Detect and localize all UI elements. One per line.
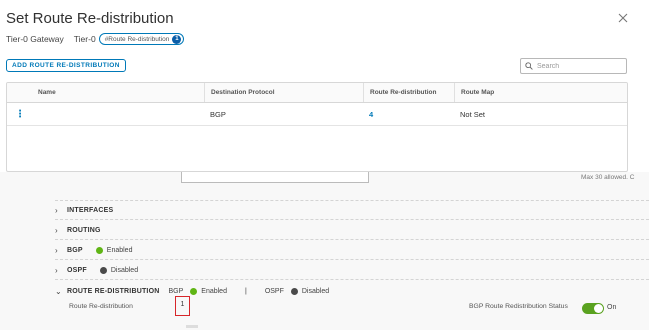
rr-bgp-status: BGP Enabled xyxy=(168,288,227,295)
chevron-right-icon[interactable]: › xyxy=(55,266,67,275)
search-box[interactable] xyxy=(520,58,627,74)
gateway-settings-panel: Max 30 allowed. C › INTERFACES › ROUTING… xyxy=(0,172,649,330)
section-route-redistribution-label[interactable]: ROUTE RE-DISTRIBUTION xyxy=(67,288,159,295)
route-redistribution-pill[interactable]: #Route Re-distribution 1 xyxy=(98,33,185,45)
max-allowed-note: Max 30 allowed. C xyxy=(581,174,635,181)
section-interfaces[interactable]: › INTERFACES xyxy=(55,206,649,215)
section-ospf[interactable]: › OSPF Disabled xyxy=(55,266,649,275)
chevron-right-icon[interactable]: › xyxy=(55,226,67,235)
status-enabled-icon xyxy=(95,247,103,254)
row-route-map: Not Set xyxy=(460,109,486,119)
row-route-redistribution-link[interactable]: 4 xyxy=(363,103,454,125)
ospf-status: Disabled xyxy=(99,267,139,274)
kebab-icon[interactable]: ⋮ xyxy=(7,103,32,125)
rr-bgp-status-text: Enabled xyxy=(201,288,227,295)
pill-label: #Route Re-distribution xyxy=(104,35,170,43)
chevron-right-icon[interactable]: › xyxy=(55,206,67,215)
section-route-redistribution[interactable]: ⌄ ROUTE RE-DISTRIBUTION BGP Enabled | OS… xyxy=(55,287,649,296)
divider xyxy=(55,239,649,240)
row-destination-protocol: BGP xyxy=(210,109,226,119)
rr-ospf-status-text: Disabled xyxy=(301,288,330,295)
bgp-redistribution-status-label: BGP Route Redistribution Status xyxy=(469,303,568,310)
ospf-status-text: Disabled xyxy=(110,267,139,274)
route-redistribution-field-label: Route Re-distribution xyxy=(69,303,133,310)
section-ospf-label[interactable]: OSPF xyxy=(67,267,87,274)
redistribution-table: Name Destination Protocol Route Re-distr… xyxy=(6,82,628,172)
dialog-title: Set Route Re-distribution xyxy=(6,10,174,27)
status-disabled-icon xyxy=(290,288,298,295)
gateway-label: Tier-0 Gateway xyxy=(6,34,64,44)
chevron-down-icon[interactable]: ⌄ xyxy=(55,287,67,296)
table-header: Name Destination Protocol Route Re-distr… xyxy=(7,83,627,103)
toggle-state-label: On xyxy=(607,304,617,311)
section-routing[interactable]: › ROUTING xyxy=(55,226,649,235)
column-header-route-map[interactable]: Route Map xyxy=(454,83,627,102)
chevron-right-icon[interactable]: › xyxy=(55,246,67,255)
bgp-redistribution-toggle[interactable] xyxy=(582,303,604,314)
bgp-status: Enabled xyxy=(95,247,133,254)
rr-ospf-label: OSPF xyxy=(264,288,284,295)
breadcrumb: Tier-0 Gateway Tier-0 #Route Re-distribu… xyxy=(6,33,185,45)
column-header-destination-protocol[interactable]: Destination Protocol xyxy=(204,83,363,102)
section-interfaces-label[interactable]: INTERFACES xyxy=(67,207,113,214)
close-icon[interactable] xyxy=(617,12,629,24)
divider xyxy=(55,279,649,280)
divider xyxy=(55,259,649,260)
rr-bgp-label: BGP xyxy=(168,288,184,295)
section-bgp-label[interactable]: BGP xyxy=(67,247,83,254)
status-disabled-icon xyxy=(99,267,107,274)
status-divider: | xyxy=(244,288,247,295)
divider xyxy=(55,200,649,201)
status-enabled-icon xyxy=(190,288,198,295)
route-redistribution-dialog: Set Route Re-distribution Tier-0 Gateway… xyxy=(0,0,649,172)
row-name xyxy=(32,103,204,125)
route-redistribution-count-link[interactable]: 1 xyxy=(175,296,190,316)
divider xyxy=(55,219,649,220)
section-bgp[interactable]: › BGP Enabled xyxy=(55,246,649,255)
bgp-status-text: Enabled xyxy=(106,247,133,254)
field-underline xyxy=(186,325,198,328)
input-box-fragment xyxy=(181,172,369,183)
section-routing-label[interactable]: ROUTING xyxy=(67,227,101,234)
column-header-route-redistribution[interactable]: Route Re-distribution xyxy=(363,83,454,102)
rr-ospf-status: OSPF Disabled xyxy=(265,288,329,295)
pill-count-badge: 1 xyxy=(172,34,182,44)
search-input[interactable] xyxy=(537,62,622,70)
table-row: ⋮ BGP 4 Not Set xyxy=(7,103,627,126)
column-header-name[interactable]: Name xyxy=(32,83,204,102)
search-icon xyxy=(525,62,533,70)
add-route-redistribution-button[interactable]: ADD ROUTE RE-DISTRIBUTION xyxy=(6,59,126,72)
gateway-name: Tier-0 xyxy=(73,34,96,44)
